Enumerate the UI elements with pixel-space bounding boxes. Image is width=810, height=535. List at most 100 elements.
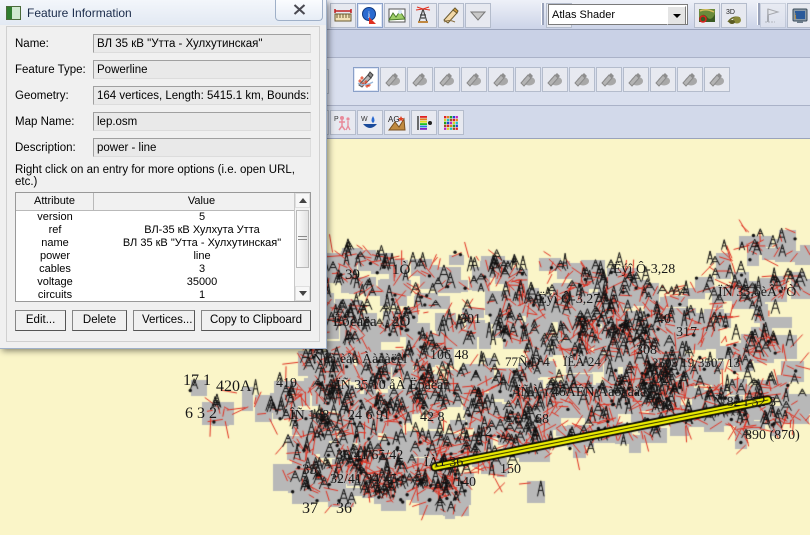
- toolbar-group-view: i: [760, 2, 810, 28]
- edit-area-icon: [707, 70, 727, 89]
- field-row: Map Name:lep.osm: [15, 112, 311, 131]
- delete-button[interactable]: Delete: [72, 310, 127, 331]
- cell-attribute: version: [16, 211, 94, 224]
- smooth-line-icon: [464, 70, 484, 89]
- elevation-icon[interactable]: AG: [384, 110, 410, 135]
- dialog-title-bar[interactable]: Feature Information: [0, 0, 326, 25]
- stack-area-icon: [383, 70, 403, 89]
- cell-value: 1: [94, 289, 310, 302]
- field-row: Name:ВЛ 35 кВ "Утта - Хулхутинская": [15, 34, 311, 53]
- cell-value: 3: [94, 263, 310, 276]
- field-row: Geometry:164 vertices, Length: 5415.1 km…: [15, 86, 311, 105]
- attribute-table-rows: version5refВЛ-35 кВ Хулхута УттаnameВЛ 3…: [16, 211, 310, 302]
- field-value[interactable]: 164 vertices, Length: 5415.1 km, Bounds:…: [93, 86, 311, 105]
- 3d-view-icon[interactable]: 3D: [721, 3, 747, 28]
- dialog-button-row: Edit... Delete Vertices... Copy to Clipboar…: [15, 310, 311, 331]
- cell-attribute: cables: [16, 263, 94, 276]
- field-value[interactable]: lep.osm: [93, 112, 311, 131]
- tower-icon: [414, 6, 434, 25]
- draw-line-icon[interactable]: [434, 67, 460, 92]
- field-label: Map Name:: [15, 116, 93, 128]
- right-click-hint: Right click on an entry for more options…: [15, 164, 311, 188]
- cell-value: line: [94, 250, 310, 263]
- close-icon: [293, 4, 306, 15]
- column-header-attribute: Attribute: [16, 193, 94, 210]
- field-value[interactable]: power - line: [93, 138, 311, 157]
- stack-area-icon[interactable]: [380, 67, 406, 92]
- svg-text:3D: 3D: [726, 9, 735, 16]
- table-row[interactable]: cables3: [16, 263, 310, 276]
- copy-area-icon: [599, 70, 619, 89]
- dropdown-arrow-icon: [468, 6, 488, 25]
- info-monitor-icon[interactable]: i: [787, 3, 810, 28]
- table-row[interactable]: version5: [16, 211, 310, 224]
- reshape-area-icon[interactable]: [650, 67, 676, 92]
- merge-area-icon: [518, 70, 538, 89]
- chevron-down-icon[interactable]: [667, 6, 686, 25]
- profile-icon: [387, 6, 407, 25]
- scroll-up-button[interactable]: [295, 193, 310, 208]
- draw-shape-icon[interactable]: [407, 67, 433, 92]
- toolbar-group-shader: 3D: [694, 2, 748, 28]
- fill-area-icon[interactable]: [623, 67, 649, 92]
- table-row[interactable]: refВЛ-35 кВ Хулхута Утта: [16, 224, 310, 237]
- profile-icon[interactable]: [384, 3, 410, 28]
- table-row[interactable]: voltage35000: [16, 276, 310, 289]
- grid-area-icon[interactable]: [569, 67, 595, 92]
- water-icon[interactable]: W: [357, 110, 383, 135]
- feature-info-icon[interactable]: i: [357, 3, 383, 28]
- triangle-up-icon: [299, 198, 307, 203]
- attribute-table[interactable]: Attribute Value version5refВЛ-35 кВ Хулх…: [15, 192, 311, 302]
- copy-to-clipboard-button[interactable]: Copy to Clipboard: [201, 310, 311, 331]
- cell-attribute: voltage: [16, 276, 94, 289]
- table-row[interactable]: circuits1: [16, 289, 310, 302]
- digitizer-icon[interactable]: [438, 3, 464, 28]
- draw-line-icon: [437, 70, 457, 89]
- dropdown-arrow-icon[interactable]: [465, 3, 491, 28]
- palette-icon[interactable]: [438, 110, 464, 135]
- color-ramp-icon: [414, 113, 434, 132]
- field-value[interactable]: Powerline: [93, 60, 311, 79]
- digitize-point-icon: [356, 70, 376, 89]
- tower-icon[interactable]: [411, 3, 437, 28]
- population-icon: P: [333, 113, 353, 132]
- merge-area-icon[interactable]: [515, 67, 541, 92]
- trace-icon[interactable]: [542, 67, 568, 92]
- field-label: Geometry:: [15, 90, 93, 102]
- smooth-line-icon[interactable]: [461, 67, 487, 92]
- field-value[interactable]: ВЛ 35 кВ "Утта - Хулхутинская": [93, 34, 311, 53]
- edit-button[interactable]: Edit...: [15, 310, 66, 331]
- flag-icon: [760, 3, 786, 28]
- shader-options-icon: [697, 6, 717, 25]
- shader-options-icon[interactable]: [694, 3, 720, 28]
- svg-text:AG: AG: [388, 115, 400, 124]
- scrollbar-thumb[interactable]: [296, 210, 309, 268]
- edit-area-icon[interactable]: [704, 67, 730, 92]
- table-row[interactable]: powerline: [16, 250, 310, 263]
- feature-information-dialog: Feature Information Name:ВЛ 35 кВ "Утта …: [0, 0, 327, 349]
- population-icon[interactable]: P: [330, 110, 356, 135]
- measure-icon[interactable]: [330, 3, 356, 28]
- close-button[interactable]: [275, 0, 323, 21]
- water-icon: W: [360, 113, 380, 132]
- table-row[interactable]: nameВЛ 35 кВ "Утта - Хулхутинская": [16, 237, 310, 250]
- field-label: Name:: [15, 38, 93, 50]
- draw-shape-icon: [410, 70, 430, 89]
- digitize-point-icon[interactable]: [353, 67, 379, 92]
- shader-combobox[interactable]: Atlas Shader: [548, 4, 688, 25]
- field-row: Feature Type:Powerline: [15, 60, 311, 79]
- palette-icon: [441, 113, 461, 132]
- cell-value: ВЛ 35 кВ "Утта - Хулхутинская": [94, 237, 310, 250]
- copy-area-icon[interactable]: [596, 67, 622, 92]
- cell-value: ВЛ-35 кВ Хулхута Утта: [94, 224, 310, 237]
- select-area-icon: [680, 70, 700, 89]
- scroll-down-button[interactable]: [295, 286, 310, 301]
- cell-attribute: circuits: [16, 289, 94, 302]
- grip-lines-icon: [298, 236, 307, 242]
- attribute-table-scrollbar[interactable]: [294, 193, 310, 301]
- select-area-icon[interactable]: [677, 67, 703, 92]
- toolbar-separator: [541, 3, 544, 25]
- split-area-icon[interactable]: [488, 67, 514, 92]
- color-ramp-icon[interactable]: [411, 110, 437, 135]
- vertices-button[interactable]: Vertices...: [133, 310, 195, 331]
